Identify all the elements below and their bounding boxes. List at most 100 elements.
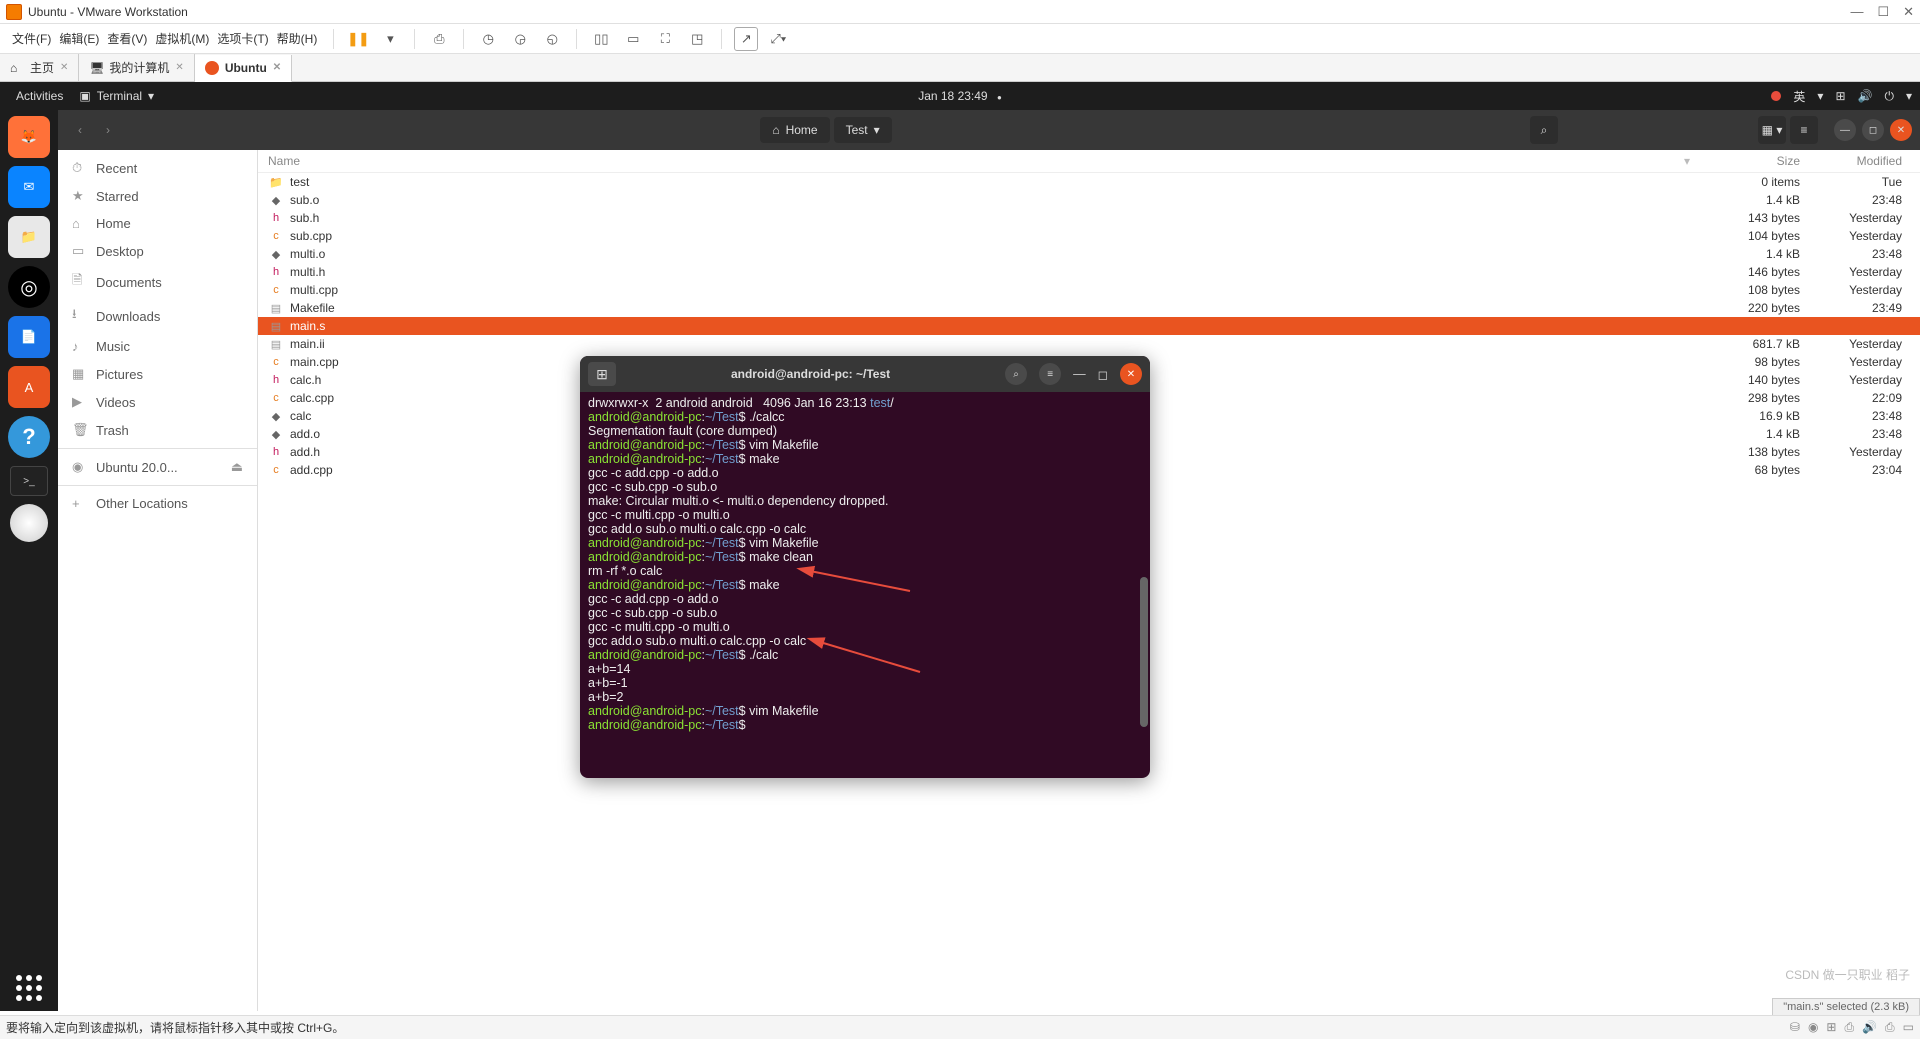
power-icon[interactable]: ⏻ [1884,89,1894,104]
current-app[interactable]: ▣ Terminal ▾ [71,89,162,103]
manage-button[interactable]: ◵ [540,27,564,51]
forward-button[interactable]: › [94,116,122,144]
notification-icon[interactable] [1771,91,1781,101]
close-button[interactable]: ✕ [1903,4,1914,20]
terminal-dock-icon[interactable]: >_ [10,466,48,496]
thunderbird-icon[interactable]: ✉ [8,166,50,208]
close-button[interactable]: ✕ [1120,363,1142,385]
terminal-body[interactable]: drwxrwxr-x 2 android android 4096 Jan 16… [580,392,1150,778]
minimize-button[interactable]: — [1834,119,1856,141]
show-apps-icon[interactable] [16,975,42,1001]
file-row[interactable]: ▤main.ii681.7 kBYesterday [258,335,1920,353]
size-column[interactable]: Size [1690,154,1800,168]
view2-button[interactable]: ▭ [621,27,645,51]
menu-button[interactable]: ≡ [1039,363,1061,385]
terminal-titlebar[interactable]: ⊞ android@android-pc: ~/Test ⌕ ≡ — ◻ ✕ [580,356,1150,392]
path-segment[interactable]: Test▾ [834,117,892,143]
vm-tab[interactable]: 🖥我的计算机✕ [79,54,194,81]
menu-item[interactable]: 文件(F) [8,30,55,48]
close-icon[interactable]: ✕ [175,62,183,73]
new-tab-button[interactable]: ⊞ [588,362,616,386]
sidebar-item[interactable]: ▦Pictures [58,360,257,388]
file-row[interactable]: hmulti.h146 bytesYesterday [258,263,1920,281]
sidebar-item[interactable]: ★Starred [58,182,257,210]
pause-button[interactable]: ❚❚ [346,27,370,51]
input-method[interactable]: 英 [1793,88,1805,105]
net-icon[interactable]: ⊞ [1826,1020,1836,1035]
firefox-icon[interactable]: 🦊 [8,116,50,158]
snapshot-button[interactable]: ◷ [476,27,500,51]
sound-icon[interactable]: 🔊 [1862,1020,1877,1035]
usb-icon[interactable]: ⎙ [1844,1020,1854,1035]
file-icon: ◆ [268,410,284,423]
file-row[interactable]: ◆multi.o1.4 kB23:48 [258,245,1920,263]
revert-button[interactable]: ◶ [508,27,532,51]
sidebar-item[interactable]: +Other Locations [58,490,257,517]
terminal-window[interactable]: ⊞ android@android-pc: ~/Test ⌕ ≡ — ◻ ✕ d… [580,356,1150,778]
close-button[interactable]: ✕ [1890,119,1912,141]
menu-item[interactable]: 选项卡(T) [213,30,272,48]
sidebar-item[interactable]: ⭳Downloads [58,299,257,333]
view4-button[interactable]: ◳ [685,27,709,51]
display-icon[interactable]: ▭ [1903,1020,1914,1035]
disk-icon[interactable]: ⛁ [1790,1020,1800,1035]
sidebar-item[interactable]: ⌂Home [58,210,257,237]
maximize-button[interactable]: ◻ [1098,367,1108,382]
maximize-button[interactable]: ☐ [1877,4,1889,20]
cd-icon[interactable]: ◉ [1808,1020,1818,1035]
view1-button[interactable]: ▯▯ [589,27,613,51]
send-cad-button[interactable]: ⎙ [427,27,451,51]
unity-button[interactable]: ↗ [734,27,758,51]
eject-icon[interactable]: ⏏ [231,459,243,475]
vm-tab[interactable]: ⌂主页✕ [0,54,79,81]
minimize-button[interactable]: — [1850,4,1863,20]
file-row[interactable]: ▤Makefile220 bytes23:49 [258,299,1920,317]
rhythmbox-icon[interactable]: ◎ [8,266,50,308]
view3-button[interactable]: ⛶ [653,27,677,51]
sidebar-item[interactable]: ♪Music [58,333,257,360]
menu-item[interactable]: 编辑(E) [55,30,103,48]
sidebar-item[interactable]: 🗎Documents [58,265,257,299]
sidebar-item[interactable]: ▭Desktop [58,237,257,265]
maximize-button[interactable]: ◻ [1862,119,1884,141]
close-icon[interactable]: ✕ [60,62,68,73]
minimize-button[interactable]: — [1073,367,1086,381]
sidebar-item[interactable]: ⏱Recent [58,154,257,182]
activities-button[interactable]: Activities [8,89,71,103]
pause-dropdown[interactable]: ▾ [378,27,402,51]
hamburger-button[interactable]: ≡ [1790,116,1818,144]
sidebar-item[interactable]: 🗑Trash [58,416,257,444]
search-button[interactable]: ⌕ [1530,116,1558,144]
libreoffice-icon[interactable]: 📄 [8,316,50,358]
modified-column[interactable]: Modified [1800,154,1910,168]
file-row[interactable]: ▤main.s [258,317,1920,335]
help-icon[interactable]: ? [8,416,50,458]
file-row[interactable]: cmulti.cpp108 bytesYesterday [258,281,1920,299]
printer-icon[interactable]: ⎙ [1885,1020,1895,1035]
dvd-icon[interactable] [10,504,48,542]
search-button[interactable]: ⌕ [1005,363,1027,385]
scrollbar[interactable] [1140,577,1148,727]
vm-tab[interactable]: Ubuntu✕ [195,55,292,82]
network-icon[interactable]: ⊞ [1835,89,1845,103]
sidebar-item[interactable]: ◉Ubuntu 20.0...⏏ [58,453,257,481]
sidebar-item[interactable]: ▶Videos [58,388,257,416]
file-row[interactable]: 📁test0 itemsTue [258,173,1920,191]
menu-item[interactable]: 帮助(H) [273,30,322,48]
path-segment[interactable]: ⌂Home [760,117,829,143]
back-button[interactable]: ‹ [66,116,94,144]
menu-item[interactable]: 虚拟机(M) [151,30,213,48]
volume-icon[interactable]: 🔊 [1858,89,1873,103]
clock[interactable]: Jan 18 23:49 ● [918,89,1002,103]
fullscreen-button[interactable]: ⤢▾ [766,27,790,51]
column-headers[interactable]: Name ▾ Size Modified [258,150,1920,173]
menu-item[interactable]: 查看(V) [103,30,151,48]
files-icon[interactable]: 📁 [8,216,50,258]
close-icon[interactable]: ✕ [273,62,281,73]
view-grid-button[interactable]: ▦ ▾ [1758,116,1786,144]
name-column[interactable]: Name [268,154,1684,168]
file-row[interactable]: ◆sub.o1.4 kB23:48 [258,191,1920,209]
software-icon[interactable]: A [8,366,50,408]
file-row[interactable]: csub.cpp104 bytesYesterday [258,227,1920,245]
file-row[interactable]: hsub.h143 bytesYesterday [258,209,1920,227]
